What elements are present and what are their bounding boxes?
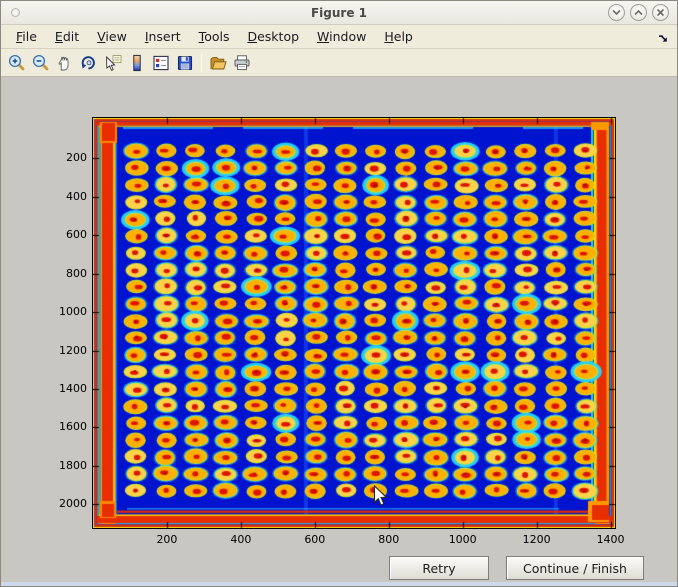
y-tick-600: 600 [37, 229, 87, 241]
figure-window: Figure 1 FileEditViewInsertToolsDesktopW… [0, 0, 678, 587]
figure-canvas-area: 200 400 600 800 1000 1200 1400 1600 1800 2000 200… [1, 78, 677, 586]
menu-help[interactable]: Help [375, 26, 422, 47]
continue-finish-button[interactable]: Continue / Finish [506, 556, 644, 580]
retry-button[interactable]: Retry [389, 556, 489, 580]
x-tick-600: 600 [293, 534, 337, 546]
y-tick-1800: 1800 [37, 460, 87, 472]
titlebar: Figure 1 [1, 1, 677, 25]
menu-file[interactable]: File [7, 26, 46, 47]
window-menu-icon[interactable] [11, 8, 20, 17]
menu-insert[interactable]: Insert [136, 26, 190, 47]
zoom-out-icon[interactable] [29, 51, 53, 75]
maximize-button[interactable] [630, 4, 647, 21]
rotate-3d-icon[interactable] [77, 51, 101, 75]
menubar: FileEditViewInsertToolsDesktopWindowHelp [1, 25, 677, 49]
close-button[interactable] [652, 4, 669, 21]
menu-window[interactable]: Window [308, 26, 375, 47]
dock-figure-icon[interactable] [657, 30, 669, 49]
save-icon[interactable] [173, 51, 197, 75]
y-tick-1000: 1000 [37, 306, 87, 318]
legend-icon[interactable] [149, 51, 173, 75]
y-tick-1200: 1200 [37, 345, 87, 357]
window-bottom-edge [1, 582, 677, 586]
x-tick-800: 800 [367, 534, 411, 546]
microarray-image-axes[interactable] [93, 118, 615, 528]
menu-desktop[interactable]: Desktop [238, 26, 308, 47]
window-title: Figure 1 [1, 6, 677, 20]
y-tick-1600: 1600 [37, 421, 87, 433]
x-tick-400: 400 [219, 534, 263, 546]
pan-icon[interactable] [53, 51, 77, 75]
y-tick-2000: 2000 [37, 498, 87, 510]
y-tick-800: 800 [37, 268, 87, 280]
y-tick-400: 400 [37, 191, 87, 203]
data-cursor-icon[interactable] [101, 51, 125, 75]
open-folder-icon[interactable] [206, 51, 230, 75]
x-tick-1000: 1000 [441, 534, 485, 546]
zoom-in-icon[interactable] [5, 51, 29, 75]
menu-view[interactable]: View [88, 26, 136, 47]
x-tick-200: 200 [145, 534, 189, 546]
menu-tools[interactable]: Tools [190, 26, 239, 47]
x-tick-1200: 1200 [515, 534, 559, 546]
figure-toolbar [1, 49, 677, 77]
y-tick-1400: 1400 [37, 383, 87, 395]
menu-edit[interactable]: Edit [46, 26, 88, 47]
y-tick-200: 200 [37, 152, 87, 164]
colorbar-icon[interactable] [125, 51, 149, 75]
toolbar-separator [201, 54, 202, 72]
print-icon[interactable] [230, 51, 254, 75]
x-tick-1400: 1400 [589, 534, 633, 546]
window-controls [608, 4, 669, 21]
minimize-button[interactable] [608, 4, 625, 21]
